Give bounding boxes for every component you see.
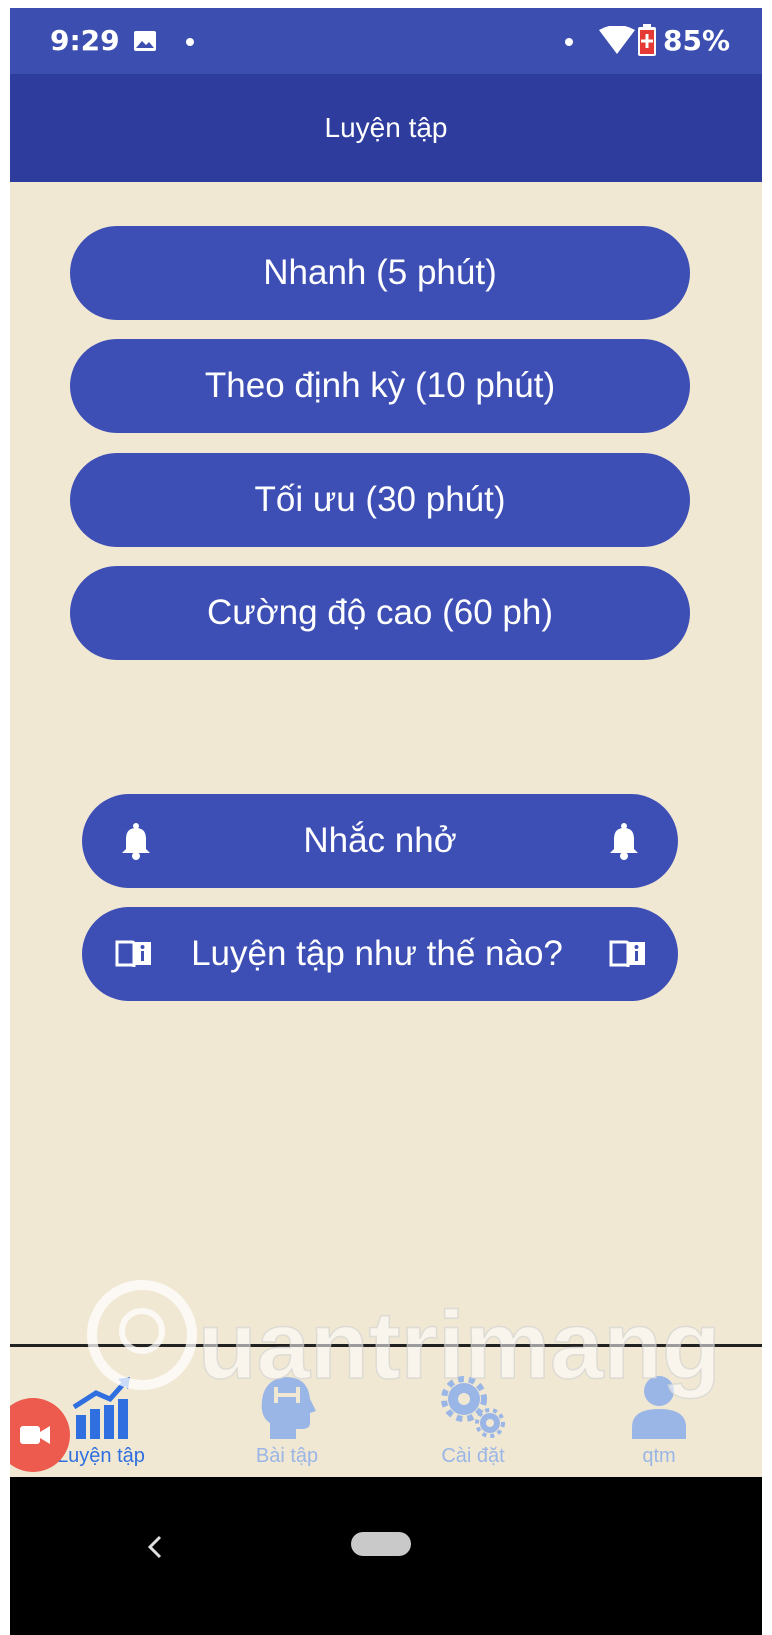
back-icon[interactable] — [140, 1527, 170, 1567]
optimal-practice-button[interactable]: Tối ưu (30 phút) — [70, 453, 690, 547]
button-label: Cường độ cao (60 ph) — [206, 593, 554, 632]
button-label: Theo định kỳ (10 phút) — [204, 366, 556, 405]
nav-label: qtm — [642, 1445, 676, 1467]
nav-item-settings[interactable]: Cài đặt — [398, 1357, 548, 1467]
nav-item-account[interactable]: qtm — [584, 1357, 734, 1467]
system-navigation-bar — [10, 1477, 762, 1635]
dot-icon — [565, 38, 573, 46]
home-button[interactable] — [351, 1532, 411, 1556]
book-info-icon — [115, 940, 151, 968]
battery-icon — [638, 24, 656, 56]
quick-practice-button[interactable]: Nhanh (5 phút) — [70, 226, 690, 320]
dot-icon — [186, 38, 194, 46]
button-label: Nhanh (5 phút) — [263, 253, 497, 292]
video-camera-icon — [20, 1426, 50, 1444]
book-info-icon — [609, 940, 645, 968]
chart-icon — [72, 1377, 130, 1439]
bell-icon — [122, 823, 150, 860]
image-icon — [134, 31, 156, 51]
high-intensity-practice-button[interactable]: Cường độ cao (60 ph) — [70, 566, 690, 660]
button-label: Tối ưu (30 phút) — [254, 480, 506, 519]
periodic-practice-button[interactable]: Theo định kỳ (10 phút) — [70, 339, 690, 433]
app-bar: Luyện tập — [10, 74, 762, 182]
bottom-navigation: Luyện tập Bài tập Cài đặt qtm — [10, 1347, 762, 1477]
user-icon — [632, 1376, 686, 1439]
status-time: 9:29 — [50, 24, 120, 57]
app-bar-title: Luyện tập — [324, 112, 448, 143]
phone-screen: 9:29 85% Luyện tập Nhanh (5 phút) Theo đ… — [10, 8, 762, 1635]
gears-icon — [441, 1376, 505, 1438]
screen-record-button[interactable] — [10, 1398, 70, 1472]
button-label: Luyện tập như thế nào? — [191, 934, 563, 973]
how-to-practice-button[interactable]: Luyện tập như thế nào? — [82, 907, 678, 1001]
battery-percent: 85% — [663, 24, 731, 57]
nav-item-exercises[interactable]: Bài tập — [212, 1357, 362, 1467]
button-label: Nhắc nhở — [303, 821, 457, 860]
bell-icon — [610, 823, 638, 860]
head-dumbbell-icon — [261, 1377, 316, 1439]
nav-label: Cài đặt — [441, 1445, 505, 1467]
wifi-icon — [599, 26, 635, 54]
reminder-button[interactable]: Nhắc nhở — [82, 794, 678, 888]
nav-label: Bài tập — [255, 1445, 319, 1467]
status-bar: 9:29 85% — [10, 8, 762, 74]
